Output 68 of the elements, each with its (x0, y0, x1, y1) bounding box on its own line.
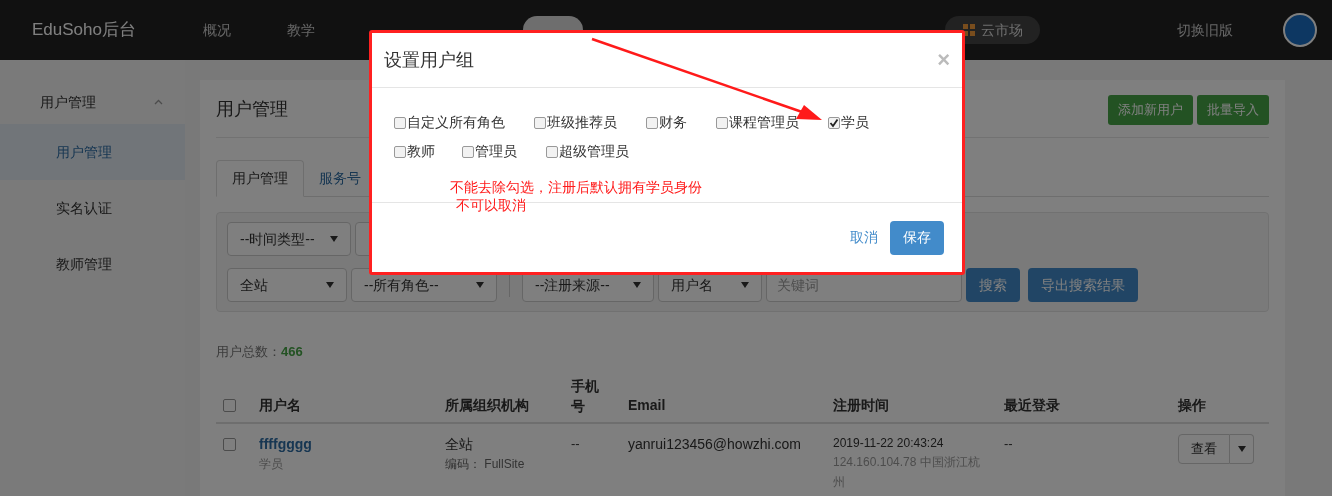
caret-icon (476, 282, 484, 288)
total-label: 用户总数： (216, 343, 281, 361)
nav-tab[interactable]: 概况 (187, 16, 247, 44)
avatar[interactable] (1283, 13, 1317, 47)
page-title: 用户管理 (216, 98, 288, 121)
export-button[interactable]: 导出搜索结果 (1028, 268, 1138, 302)
checkbox[interactable] (223, 398, 236, 412)
column-header: 用户名 (259, 395, 302, 415)
checkbox-label: 教师 (407, 142, 435, 161)
tab[interactable]: 用户管理 (216, 160, 304, 197)
nav-tab[interactable]: 教学 (271, 16, 331, 44)
column-header: 注册时间 (833, 395, 890, 415)
table-cell-text: -- (571, 434, 581, 453)
modal-title: 设置用户组 (384, 48, 474, 72)
org-code: 编码： FullSite (445, 455, 526, 473)
checkbox-label: 学员 (841, 113, 869, 132)
caret-icon (326, 282, 334, 288)
sidebar-group-label[interactable]: 用户管理 (40, 91, 96, 113)
caret-icon (633, 282, 641, 288)
sidebar-item[interactable]: 实名认证 (0, 180, 185, 236)
checkbox-label: 管理员 (475, 142, 517, 161)
column-header: 操作 (1178, 395, 1207, 415)
action-button[interactable]: 添加新用户 (1108, 94, 1193, 125)
dropdown[interactable]: --时间类型-- (227, 222, 351, 256)
column-header: Email (628, 395, 667, 415)
chevron-icon[interactable] (154, 99, 163, 105)
checkbox[interactable] (646, 116, 658, 129)
sidebar-item[interactable]: 教师管理 (0, 236, 185, 292)
sidebar-item[interactable]: 用户管理 (0, 124, 185, 180)
action-button[interactable]: 批量导入 (1197, 94, 1269, 125)
checkbox-label: 班级推荐员 (547, 113, 617, 132)
table-cell-text: yanrui123456@howzhi.com (628, 434, 802, 454)
annotation-text: 不能去除勾选，注册后默认拥有学员身份 (450, 178, 703, 196)
checkbox[interactable] (828, 116, 840, 129)
checkbox-label: 自定义所有角色 (407, 113, 505, 132)
checkbox[interactable] (716, 116, 728, 129)
column-header: 手机号 (571, 376, 600, 416)
annotation-text: 不可以取消 (456, 196, 527, 214)
column-header: 最近登录 (1004, 395, 1061, 415)
table-cell-text: 2019-11-22 20:43:24 (833, 434, 945, 452)
search-button[interactable]: 搜索 (966, 268, 1020, 302)
checkbox[interactable] (546, 145, 558, 158)
username-link[interactable]: ffffgggg (259, 433, 445, 455)
checkbox-label: 课程管理员 (729, 113, 799, 132)
caret-icon (1237, 445, 1246, 452)
checkbox-label: 财务 (659, 113, 687, 132)
dropdown-button[interactable] (1230, 433, 1254, 464)
checkbox[interactable] (223, 437, 236, 451)
close-button[interactable]: × (937, 49, 950, 71)
caret-icon (330, 236, 338, 242)
checkbox[interactable] (394, 145, 406, 158)
caret-icon (741, 282, 749, 288)
total-count: 466 (281, 343, 303, 361)
checkbox[interactable] (462, 145, 474, 158)
checkbox-label: 超级管理员 (559, 142, 629, 161)
grid-icon (962, 24, 975, 36)
table-cell-text: 全站 (445, 434, 474, 454)
view-button[interactable]: 查看 (1178, 433, 1230, 464)
cancel-link[interactable]: 取消 (850, 227, 878, 248)
checkbox[interactable] (534, 116, 546, 129)
dropdown[interactable]: 全站 (227, 268, 347, 302)
table-cell-text: -- (1004, 434, 1014, 453)
save-button[interactable]: 保存 (890, 220, 944, 255)
checkbox[interactable] (394, 116, 406, 129)
switch-link[interactable]: 切换旧版 (1177, 19, 1233, 41)
column-header: 所属组织机构 (445, 395, 530, 415)
market-button[interactable]: 云市场 (945, 16, 1040, 44)
brand-logo: EduSoho后台 (32, 19, 137, 42)
